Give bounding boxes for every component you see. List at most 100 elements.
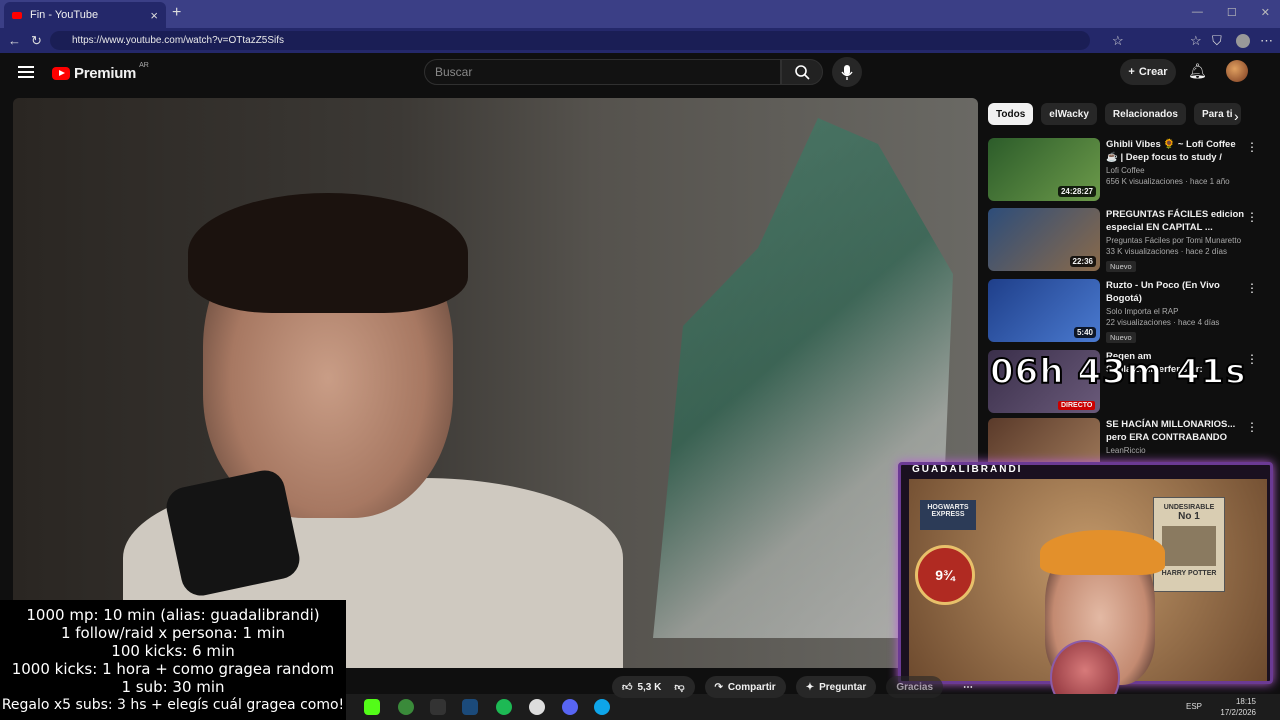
hogwarts-express-sign: HOGWARTS EXPRESS [920,500,976,530]
close-window-icon[interactable]: ✕ [1261,6,1270,19]
stream-timer-overlay: 06h 43m 41s [989,351,1247,393]
browser-tab-bar: Fin - YouTube × + — ☐ ✕ [0,0,1280,28]
reload-icon[interactable]: ↻ [31,33,42,49]
discord-icon[interactable] [562,699,578,715]
youtube-logo[interactable]: Premium AR [52,62,149,82]
goal-line: Regalo x5 subs: 3 hs + elegís cuál grage… [1,697,345,713]
more-vert-icon[interactable]: ⋮ [1246,140,1258,154]
list-item[interactable]: 24:28:27 Ghibli Vibes 🌻 ~ Lofi Coffee ☕ … [988,138,1268,202]
chip-related[interactable]: Relacionados [1104,103,1186,125]
like-button[interactable]: 👍︎ 5,3 K 👎︎ [612,676,695,698]
video-player[interactable] [13,98,978,668]
video-title[interactable]: Ghibli Vibes 🌻 ~ Lofi Coffee ☕ | Deep fo… [1106,138,1246,164]
chip-all[interactable]: Todos [988,103,1034,125]
wanted-poster-line-3: HARRY POTTER [1161,570,1217,577]
url-text: https://www.youtube.com/watch?v=OTtazZ5S… [72,35,285,46]
thumbs-down-icon[interactable]: 👎︎ [674,681,684,693]
channel-name[interactable]: Preguntas Fáciles por Tomi Munaretto [1106,236,1246,245]
window-controls: — ☐ ✕ [1192,6,1270,19]
video-thumbnail[interactable]: 22:36 [988,208,1100,271]
clock-time: 18:15 [1235,697,1256,706]
hamburger-menu-icon[interactable] [18,66,34,78]
thanks-button[interactable]: Gracias [886,676,944,698]
youtube-favicon-icon [12,11,22,19]
list-item[interactable]: 5:40 Ruzto - Un Poco (En Vivo Bogotá) So… [988,279,1268,343]
microphone-icon [841,65,853,80]
url-field[interactable]: https://www.youtube.com/watch?v=OTtazZ5S… [50,31,1090,50]
wanted-poster-line-2: No 1 [1178,511,1200,522]
video-thumbnail[interactable]: 24:28:27 [988,138,1100,201]
new-badge: Nuevo [1106,332,1136,343]
more-vert-icon[interactable]: ⋮ [1246,281,1258,295]
thanks-label: Gracias [896,681,934,693]
back-icon[interactable]: ← [8,33,21,48]
collections-icon[interactable]: ☆ [1190,33,1202,49]
goal-line: 100 kicks: 6 min [111,642,235,660]
favorites-star-icon[interactable]: ☆ [1112,33,1124,49]
search-button[interactable] [781,59,823,85]
logo-text: Premium [74,65,137,82]
channel-name[interactable]: Solo Importa el RAP [1106,307,1246,316]
webcam-streamer-bandana [1040,530,1165,575]
more-vert-icon[interactable]: ⋮ [1246,420,1258,434]
streamer-hair [188,193,468,313]
channel-name[interactable]: LeanRiccio [1106,446,1246,455]
youtube-header: Premium AR Buscar + Crear 🔔︎ [0,53,1280,97]
video-actions: 👍︎ 5,3 K 👎︎ ↷ Compartir ✦ Preguntar Grac… [612,676,983,698]
obs-icon[interactable] [529,699,545,715]
goal-line: 1 sub: 30 min [121,678,225,696]
search-input[interactable]: Buscar [424,59,781,85]
new-badge: Nuevo [1106,261,1136,272]
maximize-icon[interactable]: ☐ [1227,6,1237,19]
clock-date: 17/2/2026 [1220,708,1256,717]
edge-icon[interactable] [594,699,610,715]
profile-icon[interactable] [1236,34,1250,48]
spotify-icon[interactable] [496,699,512,715]
list-item[interactable]: 22:36 PREGUNTAS FÁCILES edicion especial… [988,208,1268,272]
browser-tab[interactable]: Fin - YouTube × [4,2,166,28]
goal-line: 1 follow/raid x persona: 1 min [60,624,286,642]
duration-badge: 5:40 [1073,327,1096,338]
plus-icon: + [1128,66,1135,78]
kick-app-icon[interactable] [364,699,380,715]
voice-search-button[interactable] [832,57,862,87]
clock[interactable]: 18:15 17/2/2026 [1220,696,1256,718]
ask-button[interactable]: ✦ Preguntar [795,676,877,698]
new-tab-icon[interactable]: + [172,4,181,22]
close-tab-icon[interactable]: × [150,8,158,23]
goal-line: 1000 kicks: 1 hora + como gragea random [11,660,335,678]
more-vert-icon[interactable]: ⋮ [1246,210,1258,224]
video-meta: 33 K visualizaciones · hace 2 días [1106,247,1227,256]
goal-line: 1000 mp: 10 min (alias: guadalibrandi) [26,606,320,624]
video-meta: 656 K visualizaciones · hace 1 año [1106,177,1230,186]
youtube-play-icon [52,67,70,80]
create-button[interactable]: + Crear [1120,59,1176,85]
shield-icon[interactable]: ⛉ [1212,33,1222,49]
channel-name[interactable]: Lofi Coffee [1106,166,1246,175]
thumbs-up-icon: 👍︎ [622,682,633,693]
notifications-bell-icon[interactable]: 🔔︎ [1188,62,1207,80]
chip-elwacky[interactable]: elWacky [1041,103,1097,125]
video-title[interactable]: SE HACÍAN MILLONARIOS... pero ERA CONTRA… [1106,418,1246,444]
input-language[interactable]: ESP [1186,702,1202,711]
more-vert-icon[interactable]: ⋮ [1246,352,1258,366]
steam-icon[interactable] [462,699,478,715]
video-thumbnail[interactable]: 5:40 [988,279,1100,342]
search-icon [795,65,810,80]
video-title[interactable]: Ruzto - Un Poco (En Vivo Bogotá) [1106,279,1246,305]
filter-chips: Todos elWacky Relacionados Para ti [988,103,1241,125]
xbox-app-icon[interactable] [398,699,414,715]
avatar[interactable] [1226,60,1248,82]
live-badge: DIRECTO [1058,401,1096,410]
tab-title: Fin - YouTube [30,9,99,21]
epic-games-icon[interactable] [430,699,446,715]
share-icon: ↷ [714,681,723,693]
chevron-right-icon[interactable]: › [1234,108,1239,124]
more-actions-button[interactable]: ⋯ [953,676,983,698]
duration-badge: 24:28:27 [1057,186,1096,197]
minimize-icon[interactable]: — [1192,6,1203,19]
share-button[interactable]: ↷ Compartir [704,676,786,698]
more-icon[interactable]: ⋯ [1260,33,1273,49]
video-title[interactable]: PREGUNTAS FÁCILES edicion especial EN CA… [1106,208,1246,234]
ask-label: Preguntar [819,681,867,693]
